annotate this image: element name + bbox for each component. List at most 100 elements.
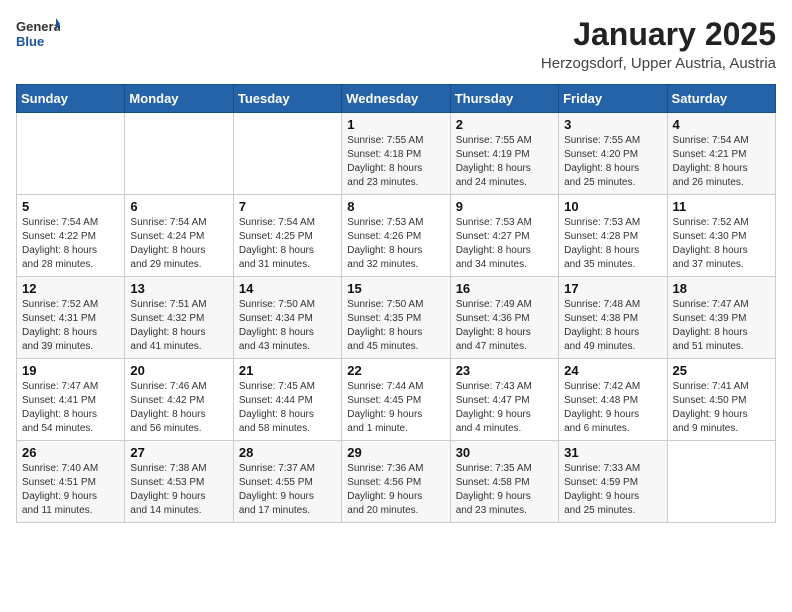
- calendar-cell: 16 Sunrise: 7:49 AMSunset: 4:36 PMDayligh…: [450, 277, 558, 359]
- day-info: Sunrise: 7:50 AMSunset: 4:35 PMDaylight:…: [347, 298, 444, 354]
- calendar-cell: 4 Sunrise: 7:54 AMSunset: 4:21 PMDaylight…: [667, 113, 775, 195]
- header-tuesday: Tuesday: [233, 85, 341, 113]
- day-info: Sunrise: 7:53 AMSunset: 4:26 PMDaylight:…: [347, 216, 444, 272]
- calendar-cell: 23 Sunrise: 7:43 AMSunset: 4:47 PMDayligh…: [450, 359, 558, 441]
- week-row-1: 1Sunrise: 7:55 AMSunset: 4:18 PMDaylight…: [17, 113, 776, 195]
- calendar-header-row: SundayMondayTuesdayWednesdayThursdayFrid…: [17, 85, 776, 113]
- day-number: 18: [673, 281, 770, 296]
- week-row-5: 26Sunrise: 7:40 AMSunset: 4:51 PMDayligh…: [17, 441, 776, 523]
- calendar-cell: 25Sunrise: 7:41 AMSunset: 4:50 PMDayligh…: [667, 359, 775, 441]
- calendar-cell: [667, 441, 775, 523]
- day-info: Sunrise: 7:35 AMSunset: 4:58 PMDaylight:…: [456, 462, 553, 518]
- calendar-table: SundayMondayTuesdayWednesdayThursdayFrid…: [16, 84, 776, 523]
- calendar-cell: 1Sunrise: 7:55 AMSunset: 4:18 PMDaylight…: [342, 113, 450, 195]
- day-number: 2: [456, 117, 553, 132]
- day-info: Sunrise: 7:45 AMSunset: 4:44 PMDaylight:…: [239, 380, 336, 436]
- week-row-2: 5 Sunrise: 7:54 AMSunset: 4:22 PMDaylight…: [17, 195, 776, 277]
- day-number: 13: [130, 281, 227, 296]
- calendar-cell: 10Sunrise: 7:53 AMSunset: 4:28 PMDayligh…: [559, 195, 667, 277]
- day-info: Sunrise: 7:43 AMSunset: 4:47 PMDaylight:…: [456, 380, 553, 436]
- day-info: Sunrise: 7:53 AMSunset: 4:28 PMDaylight:…: [564, 216, 661, 272]
- calendar-cell: 8 Sunrise: 7:53 AMSunset: 4:26 PMDaylight…: [342, 195, 450, 277]
- day-info: Sunrise: 7:54 AMSunset: 4:25 PMDaylight:…: [239, 216, 336, 272]
- day-number: 24: [564, 363, 661, 378]
- day-number: 5: [22, 199, 119, 214]
- day-number: 8: [347, 199, 444, 214]
- day-number: 9: [456, 199, 553, 214]
- calendar-subtitle: Herzogsdorf, Upper Austria, Austria: [541, 55, 776, 72]
- day-info: Sunrise: 7:52 AMSunset: 4:31 PMDaylight:…: [22, 298, 119, 354]
- day-number: 28: [239, 445, 336, 460]
- day-info: Sunrise: 7:54 AMSunset: 4:21 PMDaylight:…: [673, 134, 770, 190]
- title-block: January 2025 Herzogsdorf, Upper Austria,…: [541, 16, 776, 72]
- day-number: 30: [456, 445, 553, 460]
- day-number: 29: [347, 445, 444, 460]
- day-info: Sunrise: 7:51 AMSunset: 4:32 PMDaylight:…: [130, 298, 227, 354]
- day-info: Sunrise: 7:49 AMSunset: 4:36 PMDaylight:…: [456, 298, 553, 354]
- header-monday: Monday: [125, 85, 233, 113]
- page-header: General Blue January 2025 Herzogsdorf, U…: [16, 16, 776, 72]
- calendar-cell: 22Sunrise: 7:44 AMSunset: 4:45 PMDayligh…: [342, 359, 450, 441]
- day-number: 4: [673, 117, 770, 132]
- day-info: Sunrise: 7:38 AMSunset: 4:53 PMDaylight:…: [130, 462, 227, 518]
- calendar-cell: 30 Sunrise: 7:35 AMSunset: 4:58 PMDayligh…: [450, 441, 558, 523]
- day-number: 23: [456, 363, 553, 378]
- header-wednesday: Wednesday: [342, 85, 450, 113]
- logo: General Blue: [16, 16, 60, 52]
- day-number: 11: [673, 199, 770, 214]
- day-info: Sunrise: 7:36 AMSunset: 4:56 PMDaylight:…: [347, 462, 444, 518]
- day-info: Sunrise: 7:41 AMSunset: 4:50 PMDaylight:…: [673, 380, 770, 436]
- calendar-cell: 19Sunrise: 7:47 AMSunset: 4:41 PMDayligh…: [17, 359, 125, 441]
- header-thursday: Thursday: [450, 85, 558, 113]
- day-number: 15: [347, 281, 444, 296]
- day-number: 19: [22, 363, 119, 378]
- calendar-body: 1Sunrise: 7:55 AMSunset: 4:18 PMDaylight…: [17, 113, 776, 523]
- calendar-cell: 20 Sunrise: 7:46 AMSunset: 4:42 PMDayligh…: [125, 359, 233, 441]
- calendar-cell: 2 Sunrise: 7:55 AMSunset: 4:19 PMDaylight…: [450, 113, 558, 195]
- day-number: 21: [239, 363, 336, 378]
- header-friday: Friday: [559, 85, 667, 113]
- day-number: 20: [130, 363, 227, 378]
- header-sunday: Sunday: [17, 85, 125, 113]
- calendar-cell: 3Sunrise: 7:55 AMSunset: 4:20 PMDaylight…: [559, 113, 667, 195]
- calendar-cell: 29 Sunrise: 7:36 AMSunset: 4:56 PMDayligh…: [342, 441, 450, 523]
- day-number: 16: [456, 281, 553, 296]
- day-info: Sunrise: 7:48 AMSunset: 4:38 PMDaylight:…: [564, 298, 661, 354]
- day-info: Sunrise: 7:55 AMSunset: 4:20 PMDaylight:…: [564, 134, 661, 190]
- week-row-3: 12Sunrise: 7:52 AMSunset: 4:31 PMDayligh…: [17, 277, 776, 359]
- day-info: Sunrise: 7:46 AMSunset: 4:42 PMDaylight:…: [130, 380, 227, 436]
- day-number: 17: [564, 281, 661, 296]
- day-info: Sunrise: 7:55 AMSunset: 4:19 PMDaylight:…: [456, 134, 553, 190]
- calendar-cell: 21 Sunrise: 7:45 AMSunset: 4:44 PMDayligh…: [233, 359, 341, 441]
- day-number: 7: [239, 199, 336, 214]
- svg-text:Blue: Blue: [16, 34, 44, 49]
- day-info: Sunrise: 7:33 AMSunset: 4:59 PMDaylight:…: [564, 462, 661, 518]
- calendar-cell: 15 Sunrise: 7:50 AMSunset: 4:35 PMDayligh…: [342, 277, 450, 359]
- calendar-cell: 27 Sunrise: 7:38 AMSunset: 4:53 PMDayligh…: [125, 441, 233, 523]
- day-info: Sunrise: 7:40 AMSunset: 4:51 PMDaylight:…: [22, 462, 119, 518]
- day-number: 6: [130, 199, 227, 214]
- day-info: Sunrise: 7:54 AMSunset: 4:22 PMDaylight:…: [22, 216, 119, 272]
- day-info: Sunrise: 7:37 AMSunset: 4:55 PMDaylight:…: [239, 462, 336, 518]
- day-number: 31: [564, 445, 661, 460]
- calendar-cell: [233, 113, 341, 195]
- svg-text:General: General: [16, 19, 60, 34]
- calendar-cell: 18Sunrise: 7:47 AMSunset: 4:39 PMDayligh…: [667, 277, 775, 359]
- calendar-cell: 14 Sunrise: 7:50 AMSunset: 4:34 PMDayligh…: [233, 277, 341, 359]
- calendar-cell: 31 Sunrise: 7:33 AMSunset: 4:59 PMDayligh…: [559, 441, 667, 523]
- calendar-title: January 2025: [541, 16, 776, 53]
- day-info: Sunrise: 7:53 AMSunset: 4:27 PMDaylight:…: [456, 216, 553, 272]
- calendar-cell: [125, 113, 233, 195]
- calendar-cell: 5 Sunrise: 7:54 AMSunset: 4:22 PMDaylight…: [17, 195, 125, 277]
- calendar-cell: [17, 113, 125, 195]
- calendar-cell: 9 Sunrise: 7:53 AMSunset: 4:27 PMDaylight…: [450, 195, 558, 277]
- header-saturday: Saturday: [667, 85, 775, 113]
- day-info: Sunrise: 7:50 AMSunset: 4:34 PMDaylight:…: [239, 298, 336, 354]
- day-info: Sunrise: 7:44 AMSunset: 4:45 PMDaylight:…: [347, 380, 444, 436]
- day-number: 27: [130, 445, 227, 460]
- day-number: 14: [239, 281, 336, 296]
- day-info: Sunrise: 7:42 AMSunset: 4:48 PMDaylight:…: [564, 380, 661, 436]
- calendar-cell: 11Sunrise: 7:52 AMSunset: 4:30 PMDayligh…: [667, 195, 775, 277]
- calendar-cell: 6Sunrise: 7:54 AMSunset: 4:24 PMDaylight…: [125, 195, 233, 277]
- calendar-cell: 17 Sunrise: 7:48 AMSunset: 4:38 PMDayligh…: [559, 277, 667, 359]
